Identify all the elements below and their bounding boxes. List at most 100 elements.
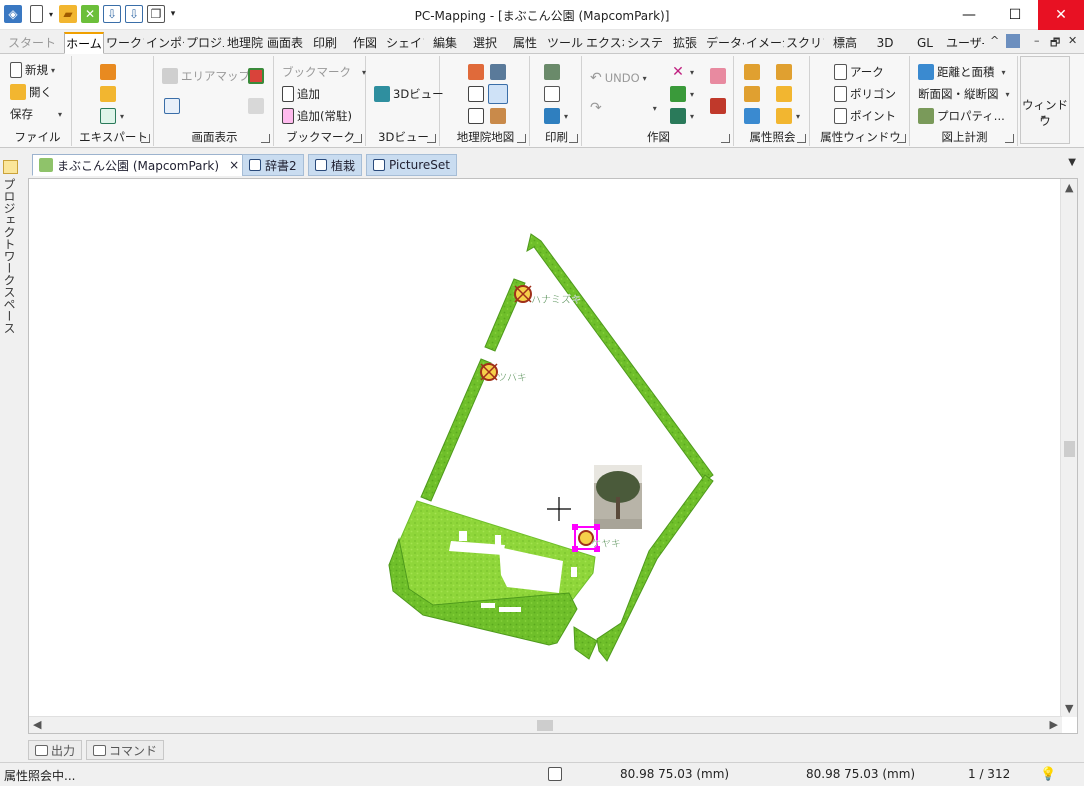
- attr-flag-icon-1[interactable]: [744, 64, 760, 80]
- property-button[interactable]: プロパティ...: [918, 106, 1005, 126]
- tab-edit[interactable]: 編集: [425, 32, 465, 54]
- tab-script[interactable]: スクリフ: [785, 32, 825, 54]
- tab-export[interactable]: エクスポ: [585, 32, 625, 54]
- tab-output[interactable]: 出力: [28, 740, 83, 760]
- attr-polygon-button[interactable]: ポリゴン: [834, 84, 896, 104]
- window-button[interactable]: ウィンドウ ▾: [1020, 56, 1070, 144]
- tab-display[interactable]: 画面表: [265, 32, 305, 54]
- close-icon[interactable]: ×: [229, 158, 239, 172]
- group-launcher-draw[interactable]: [721, 134, 730, 143]
- group-launcher-attr-query[interactable]: [797, 134, 806, 143]
- vertical-scrollbar[interactable]: ▲ ▼: [1060, 179, 1077, 717]
- vertical-scroll-thumb[interactable]: [1064, 441, 1075, 457]
- expert-layer-icon[interactable]: [100, 64, 116, 80]
- tab-command[interactable]: コマンド: [86, 740, 165, 760]
- printer-icon[interactable]: [544, 108, 560, 124]
- 3d-view-button[interactable]: 3Dビュー: [374, 84, 444, 104]
- undo-button[interactable]: ↶ UNDO ▾: [590, 68, 647, 88]
- chevron-down-icon[interactable]: ▾: [690, 90, 694, 99]
- hedge-top-right[interactable]: [526, 233, 714, 482]
- tab-start[interactable]: スタート: [4, 32, 60, 54]
- expert-copy-icon[interactable]: [100, 86, 116, 102]
- ribbon-close-button[interactable]: ✕: [1068, 34, 1077, 47]
- zoom-fit-icon[interactable]: [164, 98, 180, 114]
- distance-area-button[interactable]: 距離と面積 ▾: [918, 62, 1006, 82]
- attr-flag-icon-3[interactable]: [744, 86, 760, 102]
- project-workspace-pane[interactable]: プロジェクトワークスペース: [0, 152, 22, 742]
- group-launcher-3dview[interactable]: [427, 134, 436, 143]
- tab-projection[interactable]: プロジュ: [185, 32, 225, 54]
- pick-icon[interactable]: [710, 98, 726, 114]
- maximize-button[interactable]: ☐: [992, 0, 1038, 30]
- group-launcher-attr-window[interactable]: [897, 134, 906, 143]
- redo-button[interactable]: ↷ ▾: [590, 98, 657, 118]
- color-map-icon[interactable]: [248, 68, 264, 84]
- attr-arc-button[interactable]: アーク: [834, 62, 884, 82]
- new-button[interactable]: 新規 ▾: [10, 60, 55, 80]
- ribbon-options-icon[interactable]: [1006, 34, 1020, 48]
- section-button[interactable]: 断面図・縦断図 ▾: [918, 84, 1010, 104]
- tab-shape[interactable]: シェイフ: [385, 32, 425, 54]
- tab-image[interactable]: イメージ: [745, 32, 785, 54]
- bookmark-dropdown[interactable]: ブックマーク ▾: [282, 62, 366, 82]
- scroll-right-icon[interactable]: ▶: [1050, 718, 1058, 731]
- group-launcher-gsi-map[interactable]: [517, 134, 526, 143]
- scroll-down-icon[interactable]: ▼: [1065, 702, 1073, 715]
- chevron-down-icon[interactable]: ▾: [796, 112, 800, 121]
- chevron-down-icon[interactable]: ▾: [564, 112, 568, 121]
- print-preview-icon[interactable]: [544, 64, 560, 80]
- group-launcher-display[interactable]: [261, 134, 270, 143]
- group-launcher-bookmark[interactable]: [353, 134, 362, 143]
- chevron-down-icon[interactable]: ▾: [690, 68, 694, 77]
- tab-3d[interactable]: 3D: [865, 32, 905, 54]
- group-launcher-expert[interactable]: [141, 134, 150, 143]
- minimize-button[interactable]: —: [946, 0, 992, 30]
- hedge-bottom-right[interactable]: [573, 626, 598, 660]
- close-button[interactable]: ✕: [1038, 0, 1084, 30]
- map-canvas[interactable]: ハナミズキ ツバキ ケヤキ: [29, 179, 1062, 717]
- attr-folder-icon[interactable]: [776, 108, 792, 124]
- tab-import[interactable]: インポー: [145, 32, 185, 54]
- tree-photo[interactable]: [594, 465, 642, 529]
- tab-home[interactable]: ホーム: [64, 32, 104, 54]
- save-button[interactable]: 保存 ▾: [10, 104, 62, 124]
- gsi-photo-icon[interactable]: [490, 108, 506, 124]
- expert-view-icon[interactable]: [100, 108, 116, 124]
- doc-tab-menu-icon[interactable]: ▼: [1068, 157, 1076, 168]
- gsi-map-icon-1[interactable]: [468, 64, 484, 80]
- tab-elevation[interactable]: 標高: [825, 32, 865, 54]
- ribbon-minimize-button[interactable]: –: [1034, 34, 1040, 47]
- doc-tab-dictionary2[interactable]: 辞書2: [242, 154, 304, 176]
- node-edit-icon[interactable]: [670, 108, 686, 124]
- print-search-icon[interactable]: [544, 86, 560, 102]
- tab-extension[interactable]: 拡張: [665, 32, 705, 54]
- chevron-down-icon[interactable]: ▾: [690, 112, 694, 121]
- ribbon-collapse-button[interactable]: ^: [990, 34, 999, 47]
- horizontal-scroll-thumb[interactable]: [537, 720, 553, 731]
- group-launcher-measure[interactable]: [1005, 134, 1014, 143]
- scroll-left-icon[interactable]: ◀: [33, 718, 41, 731]
- tab-system[interactable]: システ: [625, 32, 665, 54]
- gsi-active-icon[interactable]: [488, 84, 508, 104]
- open-button[interactable]: 開く: [10, 82, 52, 102]
- eraser-icon[interactable]: [710, 68, 726, 84]
- doc-tab-planting[interactable]: 植栽: [308, 154, 363, 176]
- delete-x-icon[interactable]: ✕: [670, 64, 686, 80]
- tab-workflow[interactable]: ワークフ: [105, 32, 145, 54]
- area-map-button[interactable]: エリアマップ: [162, 66, 250, 86]
- hedge-left[interactable]: [420, 358, 492, 502]
- attr-flag-icon-2[interactable]: [776, 64, 792, 80]
- pen-icon[interactable]: [670, 86, 686, 102]
- ribbon-restore-button[interactable]: 🗗: [1050, 34, 1060, 53]
- tab-draw[interactable]: 作図: [345, 32, 385, 54]
- scroll-up-icon[interactable]: ▲: [1065, 181, 1073, 194]
- lightbulb-icon[interactable]: 💡: [1040, 767, 1056, 782]
- bookmark-add-button[interactable]: 追加: [282, 84, 320, 104]
- tab-select[interactable]: 選択: [465, 32, 505, 54]
- tree-marker-tsubaki[interactable]: [480, 363, 498, 381]
- bookmark-add-resident-button[interactable]: 追加(常駐): [282, 106, 352, 126]
- tab-gl[interactable]: GL: [905, 32, 945, 54]
- chevron-down-icon[interactable]: ▾: [120, 112, 124, 121]
- group-launcher-print[interactable]: [569, 134, 578, 143]
- tab-user[interactable]: ユーザ-: [945, 32, 985, 54]
